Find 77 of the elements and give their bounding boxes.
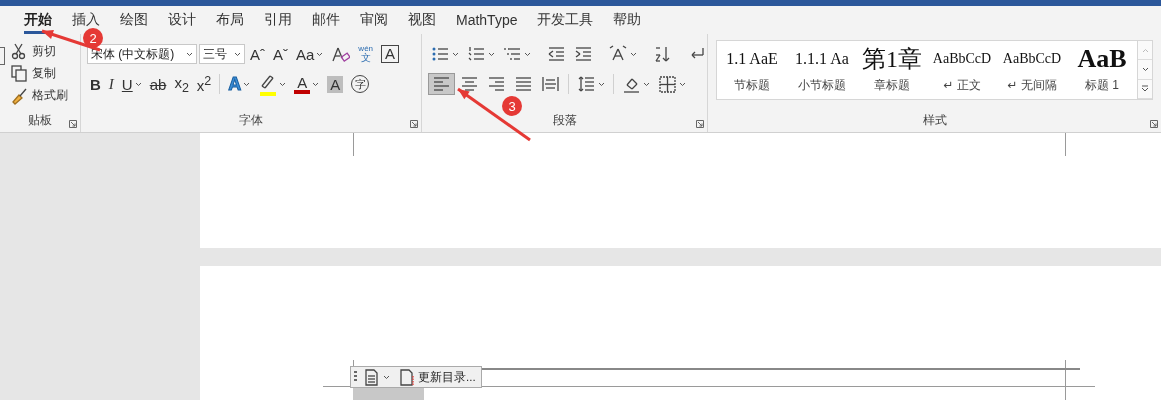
- selection-highlight: [353, 388, 424, 400]
- style-item[interactable]: AaBbCcD ↵ 无间隔: [997, 41, 1067, 99]
- ribbon-tab[interactable]: 绘图: [110, 6, 158, 34]
- update-toc-button[interactable]: 更新目录...: [395, 368, 478, 386]
- document-icon: [362, 367, 381, 387]
- ribbon-tab[interactable]: 帮助: [603, 6, 652, 34]
- font-size-dropdown[interactable]: 三号: [199, 44, 245, 64]
- group-label: 段落: [552, 112, 577, 129]
- caret-icon: [524, 51, 531, 57]
- format-button[interactable]: B: [87, 73, 104, 95]
- justify-icon: [514, 74, 533, 94]
- dialog-launcher-icon[interactable]: [69, 120, 77, 128]
- group-label: 贴板: [28, 112, 52, 129]
- ribbon-tab[interactable]: 开始: [14, 6, 62, 34]
- decrease-indent-icon: [547, 44, 566, 64]
- borders-icon: [658, 74, 677, 94]
- copy-icon: [10, 63, 29, 83]
- phonetic-guide-button[interactable]: wén 文: [355, 43, 377, 65]
- caret-icon: [1141, 67, 1149, 72]
- caret-icon: [186, 51, 193, 57]
- dialog-launcher-icon[interactable]: [410, 120, 418, 128]
- more-styles-button[interactable]: [1138, 79, 1152, 99]
- line-spacing-icon: [577, 74, 596, 94]
- caret-icon: [279, 81, 287, 87]
- increase-indent-icon: [574, 44, 593, 64]
- page-icon: [397, 367, 416, 387]
- format-button[interactable]: ab: [146, 73, 170, 95]
- caret-icon: [234, 51, 241, 57]
- caret-icon: [243, 81, 251, 87]
- ribbon-tab[interactable]: MathType: [446, 6, 528, 34]
- caret-icon: [316, 51, 324, 57]
- font-color-button[interactable]: A: [291, 73, 323, 95]
- style-item[interactable]: AaB 标题 1: [1067, 41, 1137, 99]
- align-left-icon: [432, 74, 451, 94]
- dialog-launcher-icon[interactable]: [696, 120, 704, 128]
- style-item[interactable]: AaBbCcD ↵ 正文: [927, 41, 997, 99]
- group-label: 字体: [239, 112, 263, 129]
- grip-icon[interactable]: [354, 371, 357, 383]
- caret-icon: [383, 374, 390, 380]
- align-right-icon: [487, 74, 506, 94]
- ribbon-tab[interactable]: 引用: [254, 6, 302, 34]
- style-item[interactable]: 第1章 章标题: [857, 41, 927, 99]
- align-center-icon: [460, 74, 479, 94]
- cut-button[interactable]: 剪切: [0, 40, 80, 62]
- caret-icon: [452, 51, 459, 57]
- caret-icon: [643, 81, 650, 87]
- caret-icon: [1141, 47, 1149, 53]
- caret-icon: [134, 81, 142, 87]
- format-button[interactable]: x$^{2}$: [193, 73, 215, 95]
- group-label: 样式: [922, 112, 947, 129]
- ribbon-tab[interactable]: 邮件: [302, 6, 350, 34]
- caret-icon: [630, 51, 637, 57]
- more-icon: [1141, 85, 1149, 93]
- ribbon-tab[interactable]: 开发工具: [527, 6, 604, 34]
- style-item[interactable]: 1.1 AaE 节标题: [717, 41, 787, 99]
- ribbon-tab[interactable]: 审阅: [350, 6, 398, 34]
- caret-icon: [312, 81, 320, 87]
- caret-icon: [679, 81, 686, 87]
- caret-icon: [598, 81, 605, 87]
- ribbon-tab[interactable]: 布局: [206, 6, 254, 34]
- format-button[interactable]: Aˆ: [247, 43, 268, 65]
- format-button[interactable]: U: [118, 73, 145, 95]
- dialog-launcher-icon[interactable]: [1150, 120, 1158, 128]
- style-item[interactable]: 1.1.1 Aa 小节标题: [787, 41, 857, 99]
- caret-icon: [488, 51, 495, 57]
- format-button[interactable]: Aa: [293, 43, 327, 65]
- format-button[interactable]: I: [105, 73, 117, 95]
- format-painter-button[interactable]: 格式刷: [0, 84, 80, 106]
- sort-icon: [653, 44, 672, 64]
- format-button[interactable]: Aˇ: [270, 43, 291, 65]
- distributed-icon: [541, 74, 560, 94]
- ribbon-tab[interactable]: 设计: [158, 6, 206, 34]
- format-button[interactable]: x$_{2}$: [171, 73, 192, 95]
- ribbon-tab[interactable]: 视图: [398, 6, 446, 34]
- align-left-button[interactable]: [428, 73, 455, 95]
- copy-button[interactable]: 复制: [0, 62, 80, 84]
- text-effect-button[interactable]: A: [225, 73, 254, 95]
